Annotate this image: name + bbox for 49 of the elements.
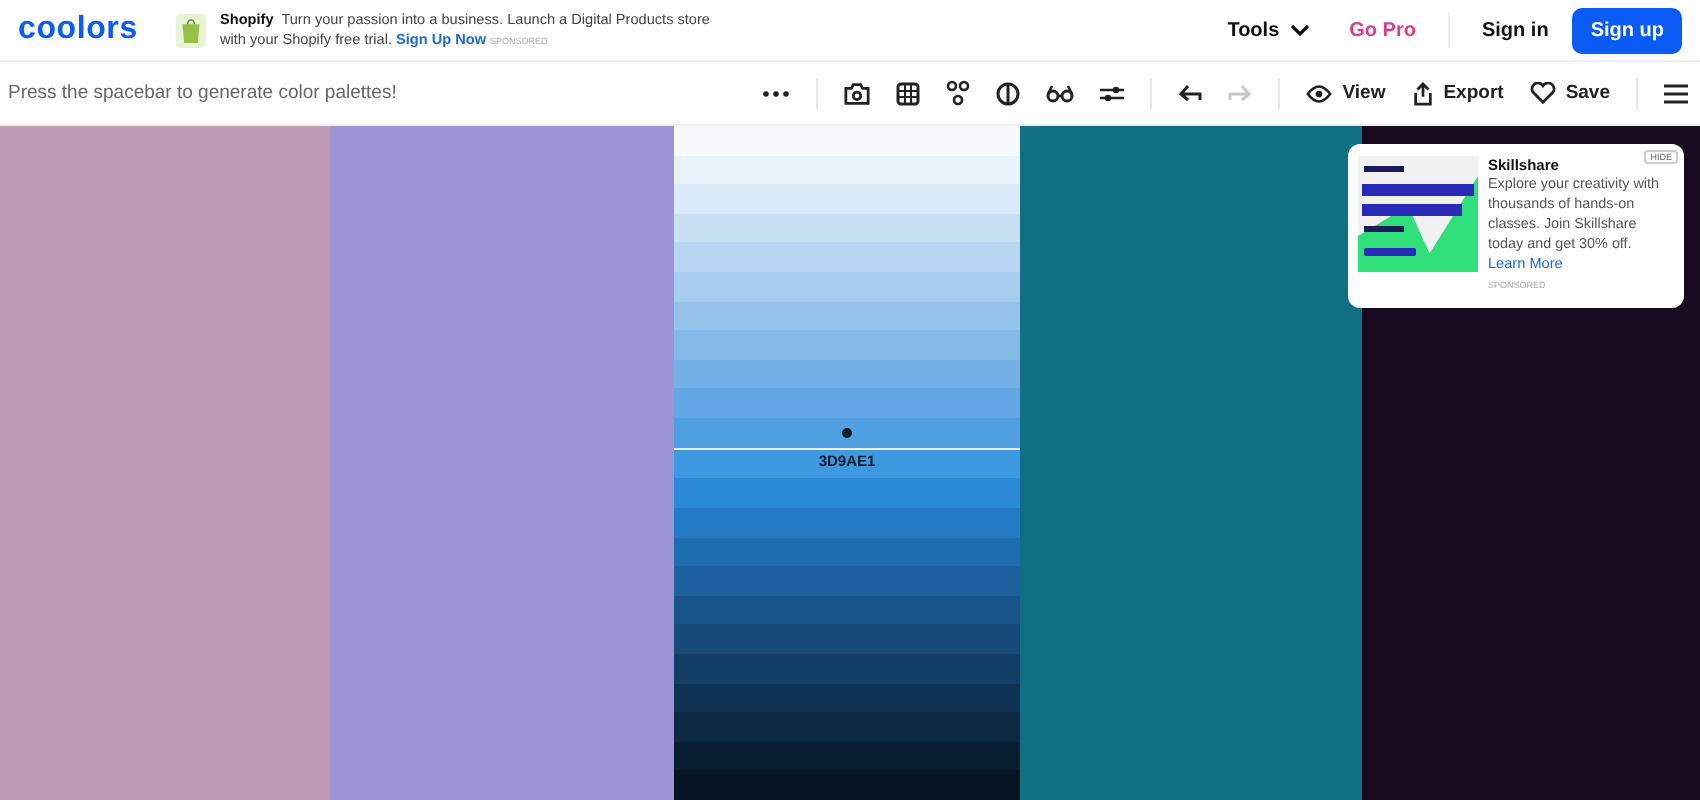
shade-swatch[interactable] <box>674 741 1020 771</box>
color-column[interactable] <box>330 126 674 800</box>
contrast-icon[interactable] <box>996 81 1021 105</box>
shade-swatch[interactable] <box>674 301 1020 331</box>
camera-icon[interactable] <box>844 81 871 105</box>
shade-swatch[interactable] <box>674 388 1020 419</box>
shade-swatch[interactable] <box>674 537 1020 567</box>
shade-swatch[interactable] <box>674 507 1020 538</box>
color-column[interactable] <box>1020 126 1362 800</box>
shade-swatch[interactable] <box>674 770 1020 800</box>
grid-icon[interactable] <box>896 81 921 105</box>
export-button[interactable]: Export <box>1411 81 1504 105</box>
shade-swatch[interactable] <box>674 242 1020 273</box>
bag-icon <box>174 11 208 49</box>
more-icon[interactable] <box>762 89 791 97</box>
logo[interactable]: coolors <box>18 12 174 48</box>
view-button[interactable]: View <box>1306 82 1386 104</box>
shade-swatch[interactable] <box>674 330 1020 360</box>
shade-swatch[interactable] <box>674 595 1020 625</box>
shade-swatch[interactable] <box>674 624 1020 654</box>
undo-icon[interactable] <box>1178 84 1203 102</box>
shade-swatch[interactable] <box>674 653 1020 684</box>
shade-swatch[interactable] <box>674 155 1020 185</box>
shade-swatch[interactable] <box>674 683 1020 713</box>
sign-up-button[interactable]: Sign up <box>1572 7 1682 53</box>
sign-in-button[interactable]: Sign in <box>1465 9 1565 51</box>
shade-swatch[interactable] <box>674 184 1020 214</box>
glasses-icon[interactable] <box>1046 83 1075 103</box>
save-button[interactable]: Save <box>1529 82 1610 104</box>
hint-text: Press the spacebar to generate color palettes! <box>8 82 397 104</box>
go-pro-link[interactable]: Go Pro <box>1333 9 1432 51</box>
shade-swatch[interactable] <box>674 272 1020 302</box>
selected-dot <box>842 428 852 439</box>
nodes-icon[interactable] <box>946 80 971 106</box>
shade-swatch[interactable] <box>674 478 1020 508</box>
chevron-down-icon <box>1289 24 1310 36</box>
shade-swatch[interactable] <box>674 712 1020 742</box>
menu-icon[interactable] <box>1664 83 1688 103</box>
share-icon <box>1411 81 1434 105</box>
shade-swatch[interactable] <box>674 449 1020 479</box>
shade-swatch[interactable] <box>674 213 1020 243</box>
sliders-icon[interactable] <box>1100 83 1125 103</box>
heart-icon <box>1529 82 1556 104</box>
shade-swatch[interactable] <box>674 359 1020 389</box>
eye-icon <box>1306 83 1333 103</box>
shade-swatch[interactable] <box>674 566 1020 596</box>
shade-swatch[interactable] <box>674 126 1020 156</box>
tools-menu[interactable]: Tools <box>1211 9 1326 51</box>
color-column[interactable] <box>0 126 330 800</box>
